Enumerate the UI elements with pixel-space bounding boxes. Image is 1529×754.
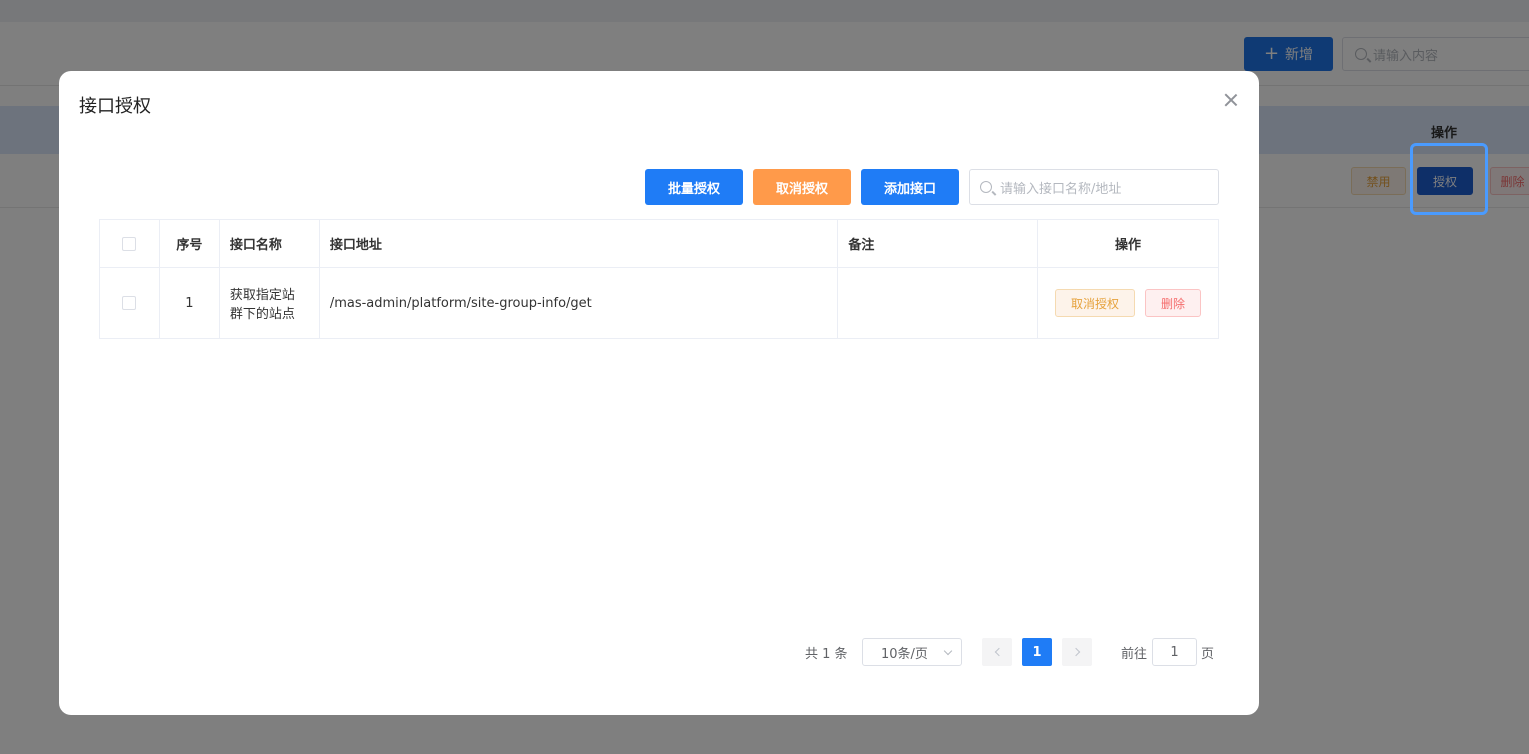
- page-size-select[interactable]: 10条/页: [862, 638, 962, 666]
- header-index: 序号: [159, 220, 220, 268]
- row-api-name-line2: 群下的站点: [229, 307, 295, 322]
- dialog-title: 接口授权: [79, 96, 151, 117]
- goto-label: 前往: [1121, 647, 1148, 662]
- chevron-right-icon: [1071, 647, 1080, 657]
- authorize-button-highlight: [1410, 143, 1488, 215]
- api-search-input[interactable]: 请输入接口名称/地址: [969, 169, 1219, 205]
- table-header-row: 序号 接口名称 接口地址 备注 操作: [100, 220, 1218, 268]
- batch-authorize-button[interactable]: 批量授权: [645, 169, 743, 205]
- header-select-all: [100, 220, 160, 268]
- pagination-total: 共 1 条: [805, 647, 848, 662]
- page-number-current[interactable]: 1: [1022, 638, 1052, 666]
- row-cancel-authorize-button[interactable]: 取消授权: [1055, 289, 1136, 317]
- next-page-button[interactable]: [1062, 638, 1092, 666]
- row-index: 1: [160, 268, 220, 338]
- table-row: 1 获取指定站 群下的站点 /mas-admin/platform/site-g…: [100, 268, 1218, 338]
- add-api-button[interactable]: 添加接口: [861, 169, 959, 205]
- search-icon: [980, 181, 992, 193]
- cancel-authorize-button[interactable]: 取消授权: [753, 169, 851, 205]
- row-api-name-line1: 获取指定站: [229, 288, 295, 303]
- api-table: 序号 接口名称 接口地址 备注 操作 1 获取指定站 群下的站点 /mas-ad…: [99, 219, 1219, 339]
- api-authorize-dialog: 接口授权 批量授权 取消授权 添加接口 请输入接口名称/地址 序号 接口名称 接…: [59, 71, 1259, 715]
- row-api-url: /mas-admin/platform/site-group-info/get: [320, 268, 839, 338]
- chevron-left-icon: [994, 647, 1003, 657]
- row-remark: [838, 268, 1039, 338]
- row-select: [100, 268, 160, 338]
- select-all-checkbox[interactable]: [122, 236, 137, 251]
- chevron-down-icon: [943, 646, 953, 656]
- prev-page-button[interactable]: [982, 638, 1012, 666]
- close-icon[interactable]: [1222, 91, 1240, 109]
- api-search-placeholder: 请输入接口名称/地址: [1000, 181, 1122, 197]
- row-checkbox[interactable]: [122, 296, 137, 310]
- header-remark: 备注: [838, 220, 1039, 268]
- header-api-name: 接口名称: [219, 220, 320, 268]
- header-operation: 操作: [1038, 220, 1218, 268]
- row-api-name: 获取指定站 群下的站点: [220, 268, 320, 338]
- row-delete-button[interactable]: 删除: [1145, 289, 1202, 317]
- row-operations: 取消授权 删除: [1038, 268, 1218, 338]
- page-suffix-label: 页: [1201, 647, 1215, 662]
- header-api-url: 接口地址: [319, 220, 839, 268]
- page-size-value: 10条/页: [881, 646, 928, 662]
- goto-page-input[interactable]: [1152, 638, 1197, 666]
